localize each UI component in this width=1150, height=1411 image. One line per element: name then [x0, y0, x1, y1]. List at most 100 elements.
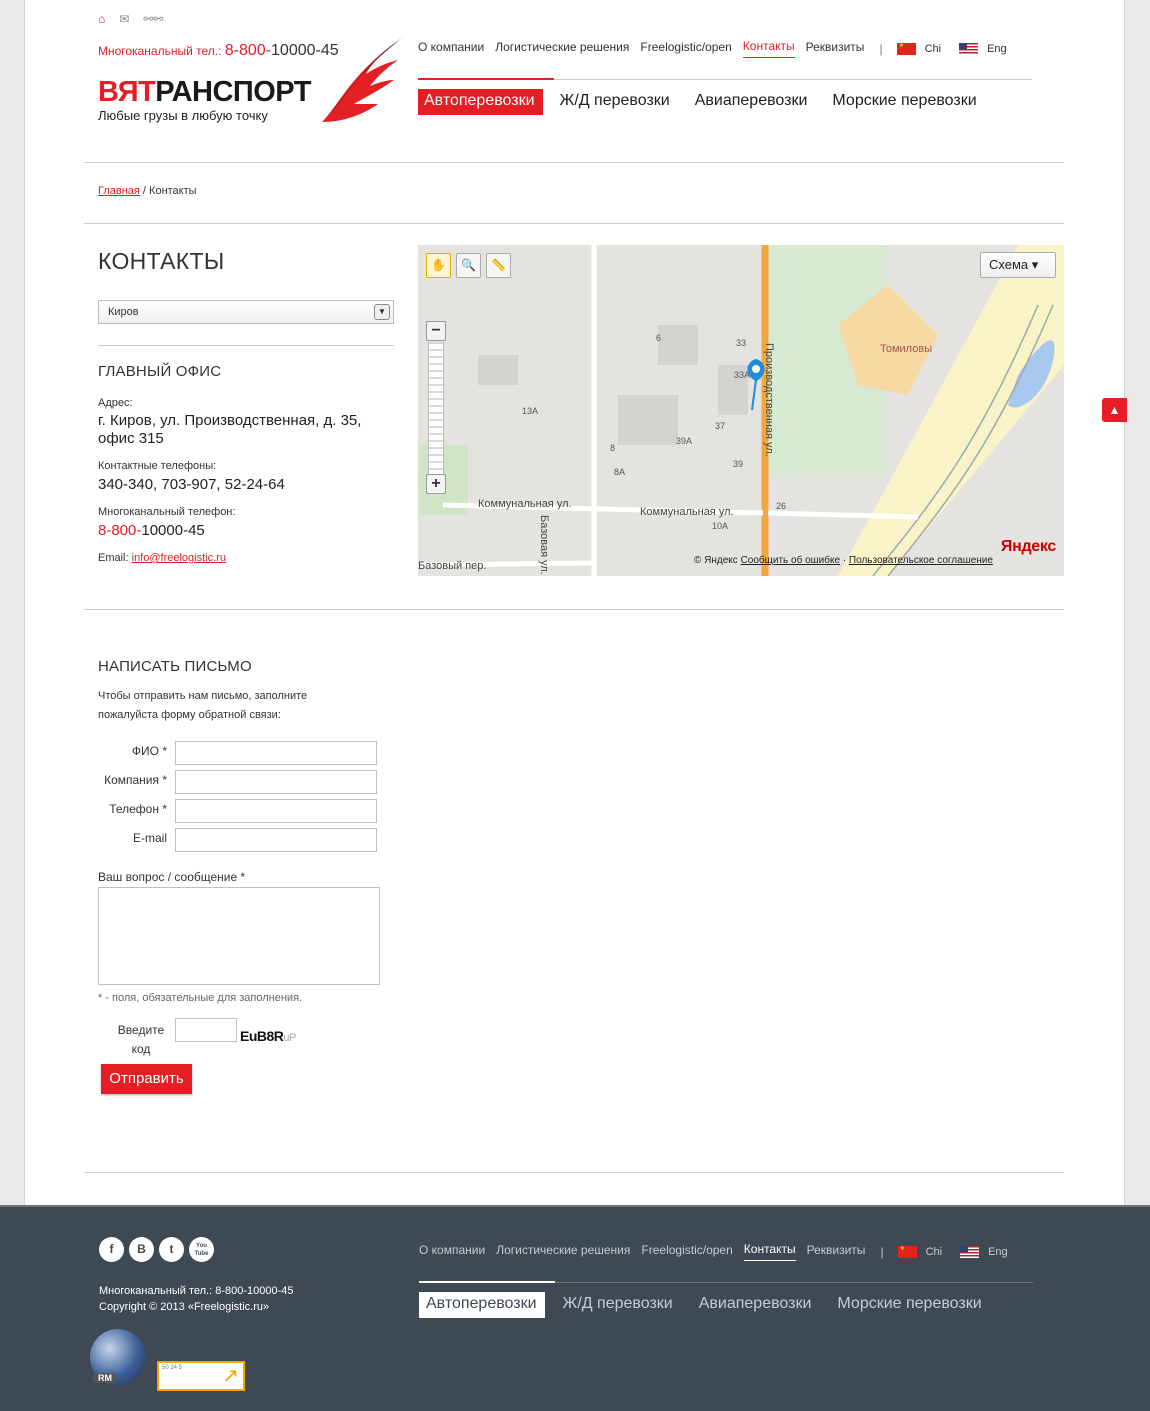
china-flag-icon — [897, 1245, 917, 1258]
zoom-control: − + — [426, 321, 446, 495]
drag-tool-icon[interactable]: ✋ — [426, 253, 451, 278]
footer-mainnav-sea[interactable]: Морские перевозки — [830, 1292, 989, 1318]
footer-lang-eng-label: Eng — [988, 1245, 1008, 1258]
topnav-requisites[interactable]: Реквизиты — [806, 40, 865, 58]
footer-mainnav-auto[interactable]: Автоперевозки — [419, 1292, 545, 1318]
captcha-text: EuB8R — [240, 1028, 284, 1044]
map-label-kommunal-2: Коммунальная ул. — [640, 506, 734, 518]
yandex-map[interactable]: Томиловы Коммунальная ул. Коммунальная у… — [418, 245, 1064, 576]
china-flag-icon — [896, 42, 916, 55]
map-label-tomilovy: Томиловы — [880, 343, 933, 355]
mainnav-sea[interactable]: Морские перевозки — [826, 89, 984, 115]
company-input[interactable] — [175, 770, 377, 794]
breadcrumb-home[interactable]: Главная — [98, 185, 140, 197]
ruler-tool-icon[interactable]: 📏 — [486, 253, 511, 278]
phone-input[interactable] — [175, 799, 377, 823]
home-icon[interactable]: ⌂ — [98, 12, 105, 26]
footer-nav-contacts[interactable]: Контакты — [743, 1242, 796, 1261]
map-label-13a: 13А — [522, 406, 539, 416]
message-textarea[interactable] — [98, 887, 380, 985]
youtube-icon[interactable]: You Tube — [189, 1237, 214, 1262]
topnav-contacts[interactable]: Контакты — [742, 39, 795, 58]
footer-nav-freelogistic[interactable]: Freelogistic/open — [641, 1243, 732, 1261]
topnav-freelogistic[interactable]: Freelogistic/open — [640, 40, 731, 58]
email-input[interactable] — [175, 828, 377, 852]
multiphone-label: Многоканальный телефон: — [98, 506, 236, 518]
header-icons: ⌂ ✉ ⚯⚯ — [98, 12, 163, 26]
phone-code: 8-800- — [224, 42, 272, 59]
site-logo[interactable]: ВЯТРАНСПОРТ Любые грузы в любую точку — [98, 76, 311, 123]
footer-nav-logistics[interactable]: Логистические решения — [496, 1243, 630, 1261]
footer-mainnav-air[interactable]: Авиаперевозки — [692, 1292, 820, 1318]
phones-value: 340-340, 703-907, 52-24-64 — [98, 476, 285, 493]
facebook-icon[interactable]: f — [99, 1237, 124, 1262]
topnav-separator: | — [879, 41, 883, 56]
address-value: г. Киров, ул. Производственная, д. 35, о… — [98, 412, 362, 447]
usa-flag-icon — [959, 42, 979, 55]
usa-flag-icon — [960, 1245, 980, 1258]
mainnav-air[interactable]: Авиаперевозки — [689, 89, 816, 115]
map-label-proizv: Производственная ул. — [763, 343, 775, 457]
footer-phone: Многоканальный тел.: 8-800-10000-45 — [99, 1285, 294, 1297]
submit-button[interactable]: Отправить — [101, 1064, 192, 1094]
footer-lang-chinese[interactable]: Chi — [897, 1245, 943, 1258]
chevron-up-icon: ▲ — [1108, 403, 1121, 417]
footer-nav-requisites[interactable]: Реквизиты — [807, 1243, 866, 1261]
page-title: КОНТАКТЫ — [98, 248, 225, 274]
footer-lang-chi-label: Chi — [925, 1245, 943, 1258]
vkontakte-icon[interactable]: B — [129, 1237, 154, 1262]
map-label-10a: 10А — [712, 521, 729, 531]
lang-english[interactable]: Eng — [959, 42, 1007, 55]
zoom-out-button[interactable]: − — [426, 321, 446, 341]
phone-label: Телефон * — [109, 802, 167, 816]
main-nav: Автоперевозки Ж/Д перевозки Авиаперевозк… — [418, 89, 996, 115]
footer-lang-english[interactable]: Eng — [960, 1245, 1008, 1258]
magnifier-tool-icon[interactable]: 🔍 — [456, 253, 481, 278]
footer-mainnav-rail[interactable]: Ж/Д перевозки — [556, 1292, 681, 1318]
map-label-8a: 8А — [614, 467, 626, 477]
twitter-icon[interactable]: t — [159, 1237, 184, 1262]
stats-counter[interactable]: 50 24 5 ↗ — [157, 1361, 245, 1391]
map-copyright: © Яндекс Сообщить об ошибке · Пользовате… — [694, 555, 993, 566]
sitemap-icon[interactable]: ⚯⚯ — [143, 12, 163, 26]
top-nav: О компании Логистические решения Freelog… — [418, 39, 1025, 58]
fio-label: ФИО * — [131, 744, 167, 758]
captcha-image: EuB8RuP — [240, 1028, 296, 1044]
required-note: * - поля, обязательные для заполнения. — [98, 992, 303, 1004]
scroll-up-button[interactable]: ▲ — [1102, 398, 1127, 422]
topnav-logistics[interactable]: Логистические решения — [495, 40, 629, 58]
map-label-bazovaya: Базовая ул. — [538, 515, 550, 575]
address-label: Адрес: — [98, 397, 133, 409]
multiphone-value: 8-800-10000-45 — [98, 522, 205, 540]
breadcrumb: Главная / Контакты — [98, 185, 197, 197]
captcha-faint: uP — [283, 1032, 296, 1044]
captcha-input[interactable] — [175, 1018, 237, 1042]
city-select[interactable]: Киров ▼ — [98, 300, 394, 324]
map-report-link[interactable]: Сообщить об ошибке — [741, 555, 840, 566]
mainnav-rail[interactable]: Ж/Д перевозки — [554, 89, 678, 115]
map-terms-link[interactable]: Пользовательское соглашение — [849, 555, 993, 566]
map-label-33: 33 — [736, 338, 747, 348]
lang-chinese[interactable]: Chi — [896, 42, 941, 55]
footer-info: Многоканальный тел.: 8-800-10000-45 Copy… — [99, 1283, 293, 1315]
bottom-divider — [84, 1172, 1064, 1173]
logo-tagline: Любые грузы в любую точку — [98, 108, 268, 123]
chevron-down-icon[interactable]: ▼ — [374, 304, 390, 320]
footer-nav-separator: | — [880, 1244, 884, 1259]
map-label-39: 39 — [733, 459, 744, 469]
zoom-slider[interactable] — [428, 342, 444, 474]
footer-nav-about[interactable]: О компании — [419, 1243, 485, 1261]
zoom-in-button[interactable]: + — [426, 474, 446, 494]
message-label: Ваш вопрос / сообщение * — [98, 870, 246, 884]
email-link[interactable]: info@freelogistic.ru — [132, 552, 226, 564]
map-canvas[interactable] — [418, 245, 1064, 576]
contacts-divider — [84, 609, 1064, 610]
fio-input[interactable] — [175, 741, 377, 765]
yandex-logo[interactable]: Яндекс — [1001, 538, 1056, 556]
topnav-about[interactable]: О компании — [418, 40, 484, 58]
mainnav-auto[interactable]: Автоперевозки — [418, 89, 543, 115]
mail-icon[interactable]: ✉ — [119, 12, 129, 26]
nav-active-indicator — [418, 78, 554, 80]
map-label-6: 6 — [656, 333, 662, 343]
map-type-button[interactable]: Схема ▾ — [980, 252, 1056, 278]
